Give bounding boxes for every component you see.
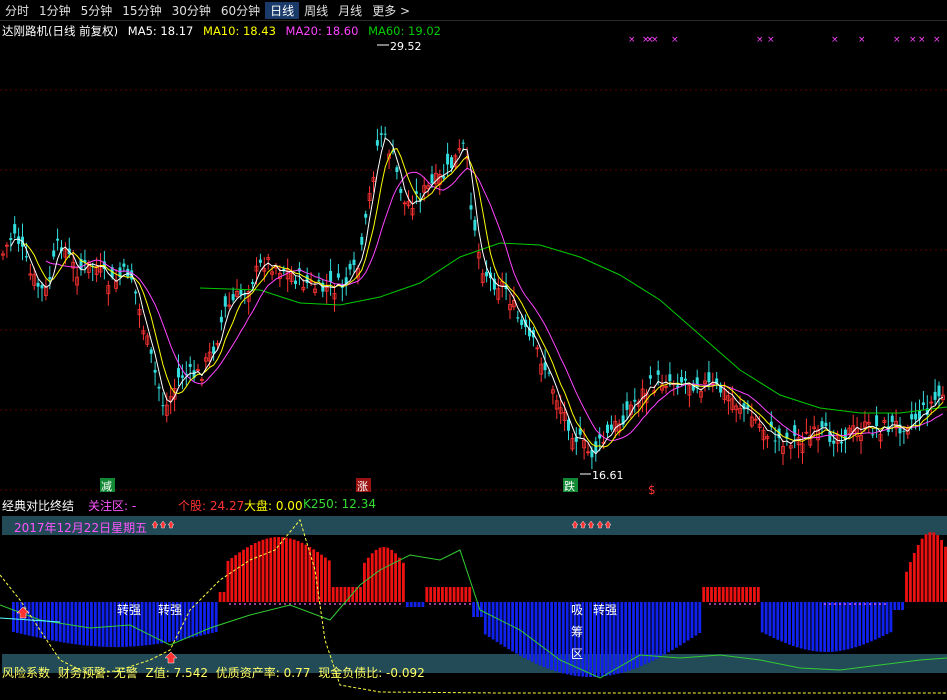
svg-text:×: × — [918, 35, 926, 45]
label-zhuanqiang-3: 转强 — [593, 602, 617, 617]
tab-60min[interactable]: 60分钟 — [216, 2, 265, 19]
z-value: Z值: 7.542 — [145, 666, 208, 680]
tab-30min[interactable]: 30分钟 — [167, 2, 216, 19]
svg-text:×: × — [651, 35, 659, 45]
buy-arrow-2 — [164, 651, 178, 664]
tab-fenshi[interactable]: 分时 — [0, 2, 34, 19]
svg-text:×: × — [933, 35, 941, 45]
fin-warning: 财务预警: 无警 — [57, 666, 138, 680]
low-price-label: 16.61 — [592, 469, 624, 482]
tab-1min[interactable]: 1分钟 — [34, 2, 76, 19]
svg-text:×: × — [671, 35, 679, 45]
k250-value: K250: 12.34 — [303, 497, 376, 511]
tab-weekly[interactable]: 周线 — [299, 2, 333, 19]
top-x-markers: × ××× × × × × × × × × × — [628, 35, 941, 45]
label-qu: 区 — [571, 647, 583, 661]
label-zhuanqiang-1: 转强 — [117, 602, 141, 617]
label-chou: 筹 — [571, 625, 583, 639]
cash-debt: 现金负债比: -0.092 — [318, 666, 425, 680]
high-marker: 29.52 — [377, 40, 422, 53]
quality-rate: 优质资产率: 0.77 — [215, 666, 311, 680]
tab-daily[interactable]: 日线 — [265, 1, 300, 19]
kline-chart[interactable]: 29.52 16.61 × ××× × × × × × × × × × 减 涨 跌 $ — [0, 35, 947, 495]
risk-label: 风险系数 — [2, 666, 51, 680]
tab-15min[interactable]: 15分钟 — [117, 2, 166, 19]
signal-jian-label: 减 — [101, 480, 112, 493]
signal-die-label: 跌 — [564, 479, 575, 493]
signal-zhang-label: 涨 — [357, 480, 368, 493]
svg-text:×: × — [858, 35, 866, 45]
ma10-line — [22, 148, 944, 448]
svg-text:×: × — [628, 35, 636, 45]
bottom-info: 风险系数 财务预警: 无警 Z值: 7.542 优质资产率: 0.77 现金负债… — [2, 664, 429, 681]
signal-die: 跌 — [563, 478, 578, 493]
signal-jian: 减 — [100, 478, 115, 493]
label-zhuanqiang-2: 转强 — [158, 602, 182, 617]
signal-s: $ — [648, 483, 656, 495]
svg-text:×: × — [767, 35, 775, 45]
svg-text:×: × — [831, 35, 839, 45]
tab-monthly[interactable]: 月线 — [333, 2, 367, 19]
timeframe-toolbar: 分时 1分钟 5分钟 15分钟 30分钟 60分钟 日线 周线 月线 更多 > — [0, 0, 947, 21]
signal-zhang: 涨 — [356, 478, 371, 493]
ma20-line — [45, 167, 944, 442]
label-xi: 吸 — [571, 603, 583, 617]
buy-arrow-1 — [16, 606, 30, 619]
tab-5min[interactable]: 5分钟 — [76, 2, 118, 19]
low-marker: 16.61 — [580, 469, 624, 482]
svg-text:×: × — [909, 35, 917, 45]
svg-text:×: × — [756, 35, 764, 45]
tab-more[interactable]: 更多 > — [367, 2, 415, 19]
high-price-label: 29.52 — [390, 40, 422, 53]
svg-text:×: × — [893, 35, 901, 45]
